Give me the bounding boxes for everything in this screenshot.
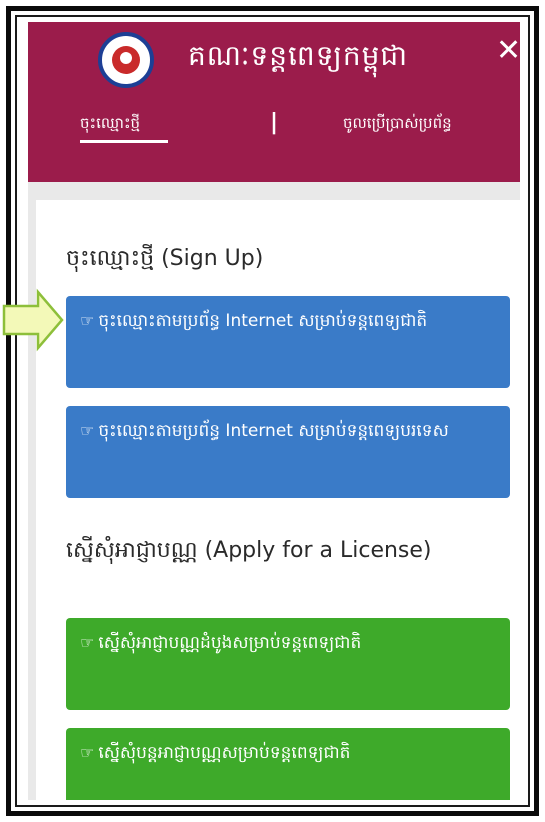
pointer-arrow-icon — [2, 288, 64, 352]
hand-pointer-icon: ☞ — [80, 743, 95, 762]
license-section-title: ស្នើសុំអាជ្ញាបណ្ណ (Apply for a License) — [66, 538, 432, 563]
menu-content: ចុះឈ្មោះថ្មី (Sign Up) ☞ ចុះឈ្មោះតាមប្រព័… — [36, 200, 520, 800]
hand-pointer-icon: ☞ — [80, 421, 95, 440]
tab-login[interactable]: ចូលប្រើប្រាស់ប្រព័ន្ធ — [343, 114, 452, 136]
side-menu-panel: គណៈទន្តពេទ្យកម្ពុជា ✕ ចុះឈ្មោះថ្មី | ចូល… — [28, 22, 520, 800]
active-tab-underline — [80, 140, 168, 143]
hand-pointer-icon: ☞ — [80, 311, 95, 330]
app-title: គណៈទន្តពេទ្យកម្ពុជា — [188, 39, 409, 72]
tab-signup-label: ចុះឈ្មោះថ្មី — [80, 114, 141, 132]
association-logo-icon — [98, 32, 154, 88]
button-label: ស្នើសុំបន្តអាជ្ញាបណ្ណសម្រាប់ទន្តពេទ្យជាត… — [98, 743, 351, 763]
menu-header: គណៈទន្តពេទ្យកម្ពុជា ✕ ចុះឈ្មោះថ្មី | ចូល… — [28, 22, 520, 182]
close-icon[interactable]: ✕ — [496, 36, 520, 66]
hand-pointer-icon: ☞ — [80, 633, 95, 652]
button-label: ស្នើសុំអាជ្ញាបណ្ណដំបូងសម្រាប់ទន្តពេទ្យជា… — [98, 633, 362, 653]
button-label: ចុះឈ្មោះតាមប្រព័ន្ធ Internet សម្រាប់ទន្ត… — [98, 311, 428, 331]
tab-separator: | — [270, 110, 279, 135]
tab-signup[interactable]: ចុះឈ្មោះថ្មី — [80, 114, 168, 143]
signup-national-dentist-button[interactable]: ☞ ចុះឈ្មោះតាមប្រព័ន្ធ Internet សម្រាប់ទន្… — [66, 296, 510, 388]
renew-license-button[interactable]: ☞ ស្នើសុំបន្តអាជ្ញាបណ្ណសម្រាប់ទន្តពេទ្យជា… — [66, 728, 510, 800]
apply-first-license-button[interactable]: ☞ ស្នើសុំអាជ្ញាបណ្ណដំបូងសម្រាប់ទន្តពេទ្យជ… — [66, 618, 510, 710]
signup-foreign-dentist-button[interactable]: ☞ ចុះឈ្មោះតាមប្រព័ន្ធ Internet សម្រាប់ទន្… — [66, 406, 510, 498]
button-label: ចុះឈ្មោះតាមប្រព័ន្ធ Internet សម្រាប់ទន្ត… — [98, 421, 449, 441]
signup-section-title: ចុះឈ្មោះថ្មី (Sign Up) — [66, 246, 264, 271]
